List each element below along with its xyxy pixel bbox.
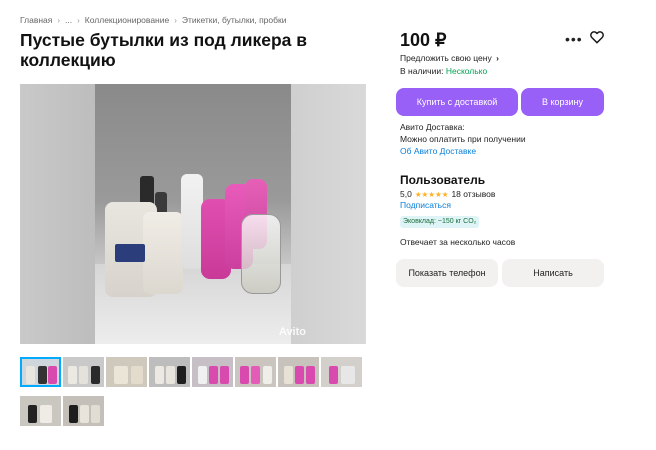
seller-name[interactable]: Пользователь — [400, 173, 485, 187]
bottle-cream-2 — [143, 212, 183, 294]
rating-value: 5,0 — [400, 189, 412, 199]
thumbnail[interactable] — [278, 357, 319, 387]
about-delivery-link[interactable]: Об Авито Доставке — [400, 146, 476, 156]
reviews-count[interactable]: 18 отзывов — [451, 189, 495, 199]
thumbnail[interactable] — [149, 357, 190, 387]
write-message-button[interactable]: Написать — [502, 259, 604, 287]
delivery-title: Авито Доставка: — [400, 122, 465, 132]
photo-blur-right — [291, 84, 366, 344]
photo-blur-left — [20, 84, 95, 344]
photo-image — [95, 84, 291, 344]
delivery-pay-info: Можно оплатить при получении — [400, 134, 526, 144]
availability-value: Несколько — [445, 66, 488, 76]
breadcrumb-item-home[interactable]: Главная — [20, 15, 52, 25]
bottle-glass — [241, 214, 281, 294]
buy-with-delivery-button[interactable]: Купить с доставкой — [396, 88, 518, 116]
more-icon[interactable]: ••• — [565, 31, 583, 47]
chevron-right-icon: › — [77, 15, 80, 25]
offer-price-label: Предложить свою цену — [400, 53, 492, 63]
thumbnail[interactable] — [20, 396, 61, 426]
thumbnail[interactable] — [63, 357, 104, 387]
thumbnail[interactable] — [63, 396, 104, 426]
thumbnail[interactable] — [235, 357, 276, 387]
availability-label: В наличии: — [400, 66, 444, 76]
bottle-label-blue — [115, 244, 145, 262]
subscribe-link[interactable]: Подписаться — [400, 200, 451, 210]
thumbnail-strip — [20, 357, 366, 426]
thumbnail[interactable] — [321, 357, 362, 387]
offer-price-link[interactable]: Предложить свою цену › — [400, 53, 499, 63]
add-to-cart-button[interactable]: В корзину — [521, 88, 604, 116]
avito-watermark: Avito — [278, 326, 306, 338]
seller-rating: 5,0 ★★★★★ 18 отзывов — [400, 189, 495, 199]
main-photo[interactable]: Avito — [20, 84, 366, 344]
breadcrumb-item-collecting[interactable]: Коллекционирование — [85, 15, 169, 25]
chevron-right-icon: › — [496, 53, 499, 63]
heart-icon[interactable] — [589, 29, 605, 45]
thumbnail[interactable] — [192, 357, 233, 387]
bottle-white-tall — [181, 174, 203, 269]
availability: В наличии: Несколько — [400, 66, 487, 76]
breadcrumb-item-ellipsis[interactable]: ... — [65, 15, 72, 25]
star-rating-icon: ★★★★★ — [414, 189, 449, 199]
chevron-right-icon: › — [57, 15, 61, 25]
thumbnail[interactable] — [106, 357, 147, 387]
eco-badge: Эковклад: ~150 кг CO₂ — [400, 216, 480, 228]
price: 100 ₽ — [400, 30, 447, 50]
show-phone-button[interactable]: Показать телефон — [396, 259, 498, 287]
page-title: Пустые бутылки из под ликера в коллекцию — [20, 30, 307, 70]
breadcrumb-item-labels[interactable]: Этикетки, бутылки, пробки — [182, 15, 287, 25]
response-time: Отвечает за несколько часов — [400, 237, 516, 247]
chevron-right-icon: › — [174, 15, 177, 25]
thumbnail[interactable] — [20, 357, 61, 387]
breadcrumb: Главная › ... › Коллекционирование › Эти… — [20, 15, 286, 25]
